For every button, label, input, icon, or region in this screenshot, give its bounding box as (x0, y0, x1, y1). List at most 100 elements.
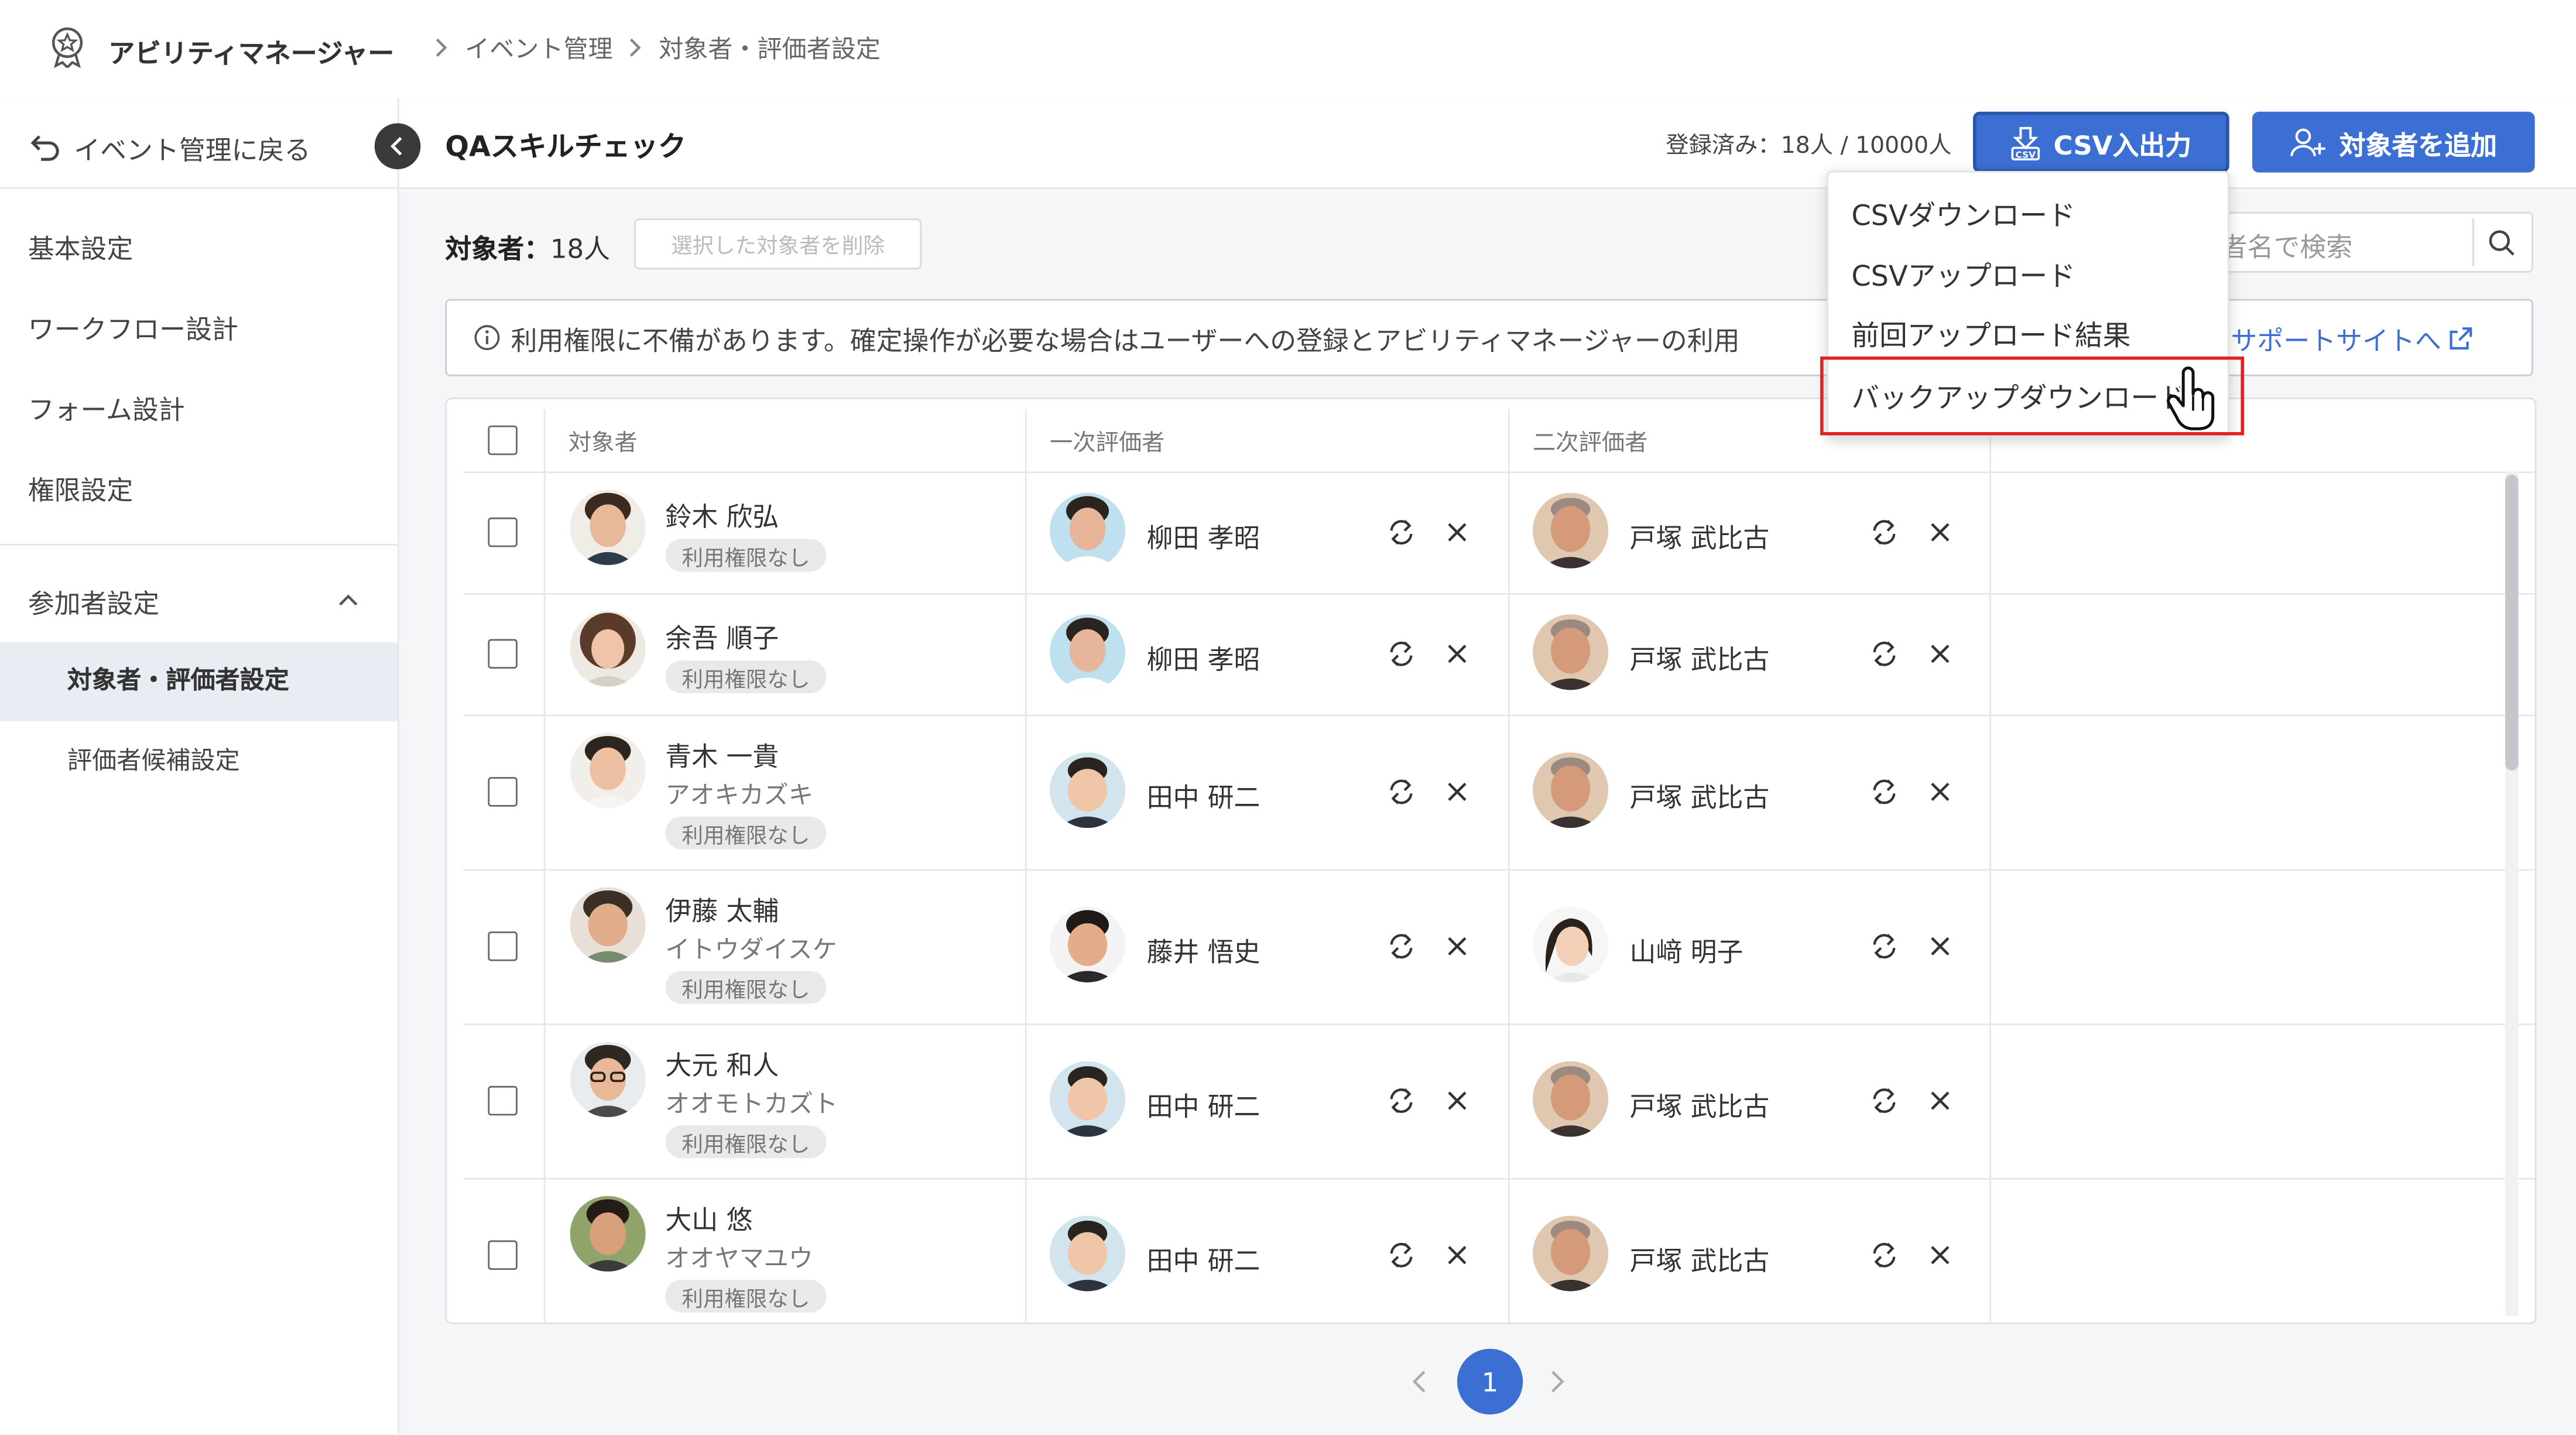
sidebar-subitem-candidate[interactable]: 評価者候補設定 (67, 742, 240, 777)
first-evaluator-name: 田中 研二 (1146, 782, 1260, 813)
delete-selected-button[interactable]: 選択した対象者を削除 (634, 218, 922, 270)
close-icon[interactable] (1928, 1244, 1951, 1266)
close-icon[interactable] (1445, 1244, 1468, 1266)
avatar (1050, 1061, 1126, 1137)
close-icon[interactable] (1445, 780, 1468, 803)
registered-count: 登録済み：18人 / 10000人 (1666, 133, 1952, 160)
csv-io-label: CSV入出力 (2053, 129, 2192, 160)
column-header-first[interactable]: 一次評価者 (1050, 426, 1164, 458)
second-evaluator-name: 山﨑 明子 (1629, 936, 1743, 968)
row-checkbox[interactable] (488, 517, 518, 547)
column-header-second[interactable]: 二次評価者 (1533, 426, 1647, 458)
avatar (570, 1042, 646, 1118)
close-icon[interactable] (1445, 521, 1468, 544)
sidebar-subitem-target-evaluator[interactable]: 対象者・評価者設定 (67, 662, 289, 697)
column-header-target[interactable]: 対象者 (568, 426, 638, 458)
status-badge: 利用権限なし (665, 971, 827, 1004)
csv-icon: CSV (2011, 124, 2041, 160)
status-badge: 利用権限なし (665, 660, 827, 694)
status-badge: 利用権限なし (665, 539, 827, 572)
row-checkbox[interactable] (488, 1085, 518, 1116)
avatar (1532, 1215, 1609, 1292)
close-icon[interactable] (1445, 642, 1468, 665)
sidebar-group-participants[interactable]: 参加者設定 (28, 581, 160, 621)
support-site-link[interactable]: サポートサイトへ (2231, 318, 2474, 358)
chevron-up-icon[interactable] (337, 591, 359, 608)
search-input[interactable]: 者名で検索 (2221, 225, 2353, 264)
prev-page-icon[interactable] (1410, 1368, 1430, 1395)
sidebar-item-form[interactable]: フォーム設計 (28, 388, 185, 427)
collapse-icon (389, 135, 406, 157)
swap-icon[interactable] (1386, 1241, 1416, 1270)
breadcrumb-app[interactable]: アビリティマネージャー (108, 31, 394, 70)
row-checkbox[interactable] (488, 1240, 518, 1270)
award-icon (47, 26, 87, 69)
back-link[interactable]: イベント管理に戻る (28, 128, 310, 167)
second-evaluator-name: 戸塚 武比古 (1629, 782, 1770, 813)
swap-icon[interactable] (1869, 1241, 1899, 1270)
page-1-button[interactable]: 1 (1457, 1348, 1523, 1415)
first-evaluator-name: 藤井 悟史 (1146, 936, 1260, 968)
divider (0, 187, 398, 189)
swap-icon[interactable] (1869, 639, 1899, 669)
first-evaluator-name: 柳田 孝昭 (1146, 643, 1260, 676)
row-checkbox[interactable] (488, 777, 518, 807)
swap-icon[interactable] (1869, 777, 1899, 807)
second-evaluator-name: 戸塚 武比古 (1629, 1245, 1770, 1277)
target-name: 伊藤 太輔 (665, 895, 779, 927)
swap-icon[interactable] (1386, 639, 1416, 669)
select-all-checkbox[interactable] (488, 425, 518, 455)
close-icon[interactable] (1928, 521, 1951, 544)
target-name: 大山 悠 (665, 1204, 753, 1236)
second-evaluator-name: 戸塚 武比古 (1629, 522, 1770, 554)
swap-icon[interactable] (1386, 777, 1416, 807)
collapse-sidebar-button[interactable] (374, 123, 421, 170)
avatar (1050, 614, 1126, 690)
avatar (1050, 1215, 1126, 1292)
breadcrumb-separator-icon (432, 36, 448, 59)
avatar (570, 887, 646, 963)
next-page-icon[interactable] (1547, 1368, 1567, 1395)
target-count: 対象者：18人 (445, 227, 610, 266)
search-icon[interactable] (2487, 228, 2517, 258)
target-kana: オオモトカズト (665, 1089, 838, 1119)
close-icon[interactable] (1928, 935, 1951, 958)
row-checkbox[interactable] (488, 931, 518, 961)
scrollbar-thumb[interactable] (2505, 474, 2519, 771)
avatar (1050, 752, 1126, 828)
breadcrumb-level1[interactable]: イベント管理 (465, 31, 613, 66)
avatar (1050, 906, 1126, 982)
notice-text: 利用権限に不備があります。確定操作が必要な場合はユーザーへの登録とアビリティマネ… (511, 325, 1740, 357)
first-evaluator-name: 田中 研二 (1146, 1245, 1260, 1277)
sidebar-item-basic[interactable]: 基本設定 (28, 227, 133, 266)
swap-icon[interactable] (1869, 1086, 1899, 1116)
target-kana: オオヤマユウ (665, 1244, 814, 1273)
breadcrumb-level2: 対象者・評価者設定 (659, 34, 881, 64)
swap-icon[interactable] (1386, 931, 1416, 961)
status-badge: 利用権限なし (665, 1279, 827, 1313)
csv-io-button[interactable]: CSV CSV入出力 (1973, 111, 2229, 173)
close-icon[interactable] (1928, 642, 1951, 665)
menu-item-csv-download[interactable]: CSVダウンロード (1851, 192, 2075, 233)
sidebar-item-permission[interactable]: 権限設定 (28, 468, 133, 508)
status-badge: 利用権限なし (665, 816, 827, 850)
status-badge: 利用権限なし (665, 1125, 827, 1159)
sidebar-item-workflow[interactable]: ワークフロー設計 (28, 307, 238, 347)
add-user-icon (2290, 126, 2327, 159)
swap-icon[interactable] (1386, 518, 1416, 547)
event-header (399, 98, 2576, 189)
close-icon[interactable] (1445, 1089, 1468, 1112)
swap-icon[interactable] (1869, 518, 1899, 547)
table-row: 伊藤 太輔 イトウダイスケ 利用権限なし 藤井 悟史 山﨑 明子 (447, 869, 2500, 1023)
swap-icon[interactable] (1869, 931, 1899, 961)
add-target-button[interactable]: 対象者を追加 (2252, 111, 2535, 173)
menu-item-csv-upload[interactable]: CSVアップロード (1851, 253, 2075, 294)
close-icon[interactable] (1928, 780, 1951, 803)
swap-icon[interactable] (1386, 1086, 1416, 1116)
close-icon[interactable] (1928, 1089, 1951, 1112)
external-link-icon (2448, 326, 2474, 352)
menu-item-last-upload-result[interactable]: 前回アップロード結果 (1851, 312, 2130, 353)
row-checkbox[interactable] (488, 639, 518, 669)
close-icon[interactable] (1445, 935, 1468, 958)
table-row: 鈴木 欣弘 利用権限なし 柳田 孝昭 戸塚 武比古 (447, 471, 2500, 593)
